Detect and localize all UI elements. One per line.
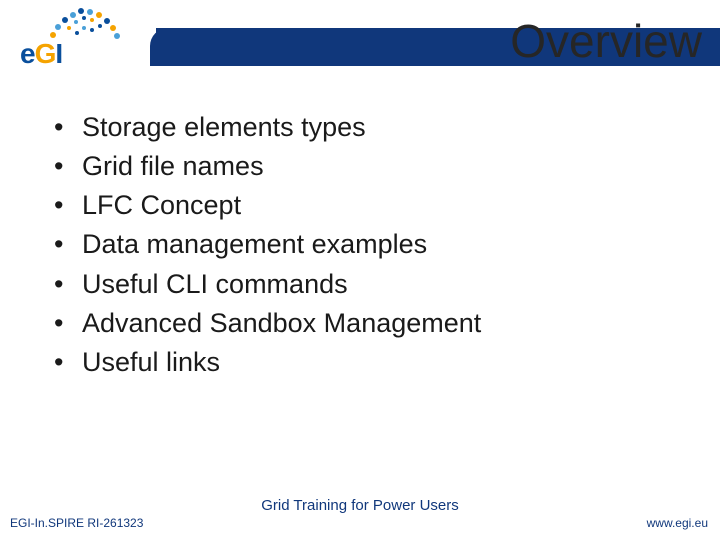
logo-letter-i: I [55,38,62,69]
logo-text: eGI [20,38,62,70]
logo-dot-icon [96,12,102,18]
list-item: Data management examples [48,225,680,264]
logo-dot-icon [90,18,94,22]
logo-dot-icon [82,16,86,20]
list-item: Storage elements types [48,108,680,147]
header-curve [150,28,174,66]
logo-dot-icon [70,12,76,18]
logo-dot-icon [62,17,68,23]
logo: eGI [14,6,142,68]
footer-left: EGI-In.SPIRE RI-261323 [10,516,143,530]
logo-dot-icon [74,20,78,24]
logo-dot-icon [98,24,102,28]
list-item: Advanced Sandbox Management [48,304,680,343]
logo-dot-icon [78,8,84,14]
footer-right: www.egi.eu [647,516,708,530]
logo-dot-icon [67,26,71,30]
bullet-list: Storage elements typesGrid file namesLFC… [48,108,680,382]
logo-dot-icon [90,28,94,32]
logo-dot-icon [82,26,86,30]
logo-dot-icon [114,33,120,39]
logo-letter-g: G [35,38,56,69]
logo-dot-icon [87,9,93,15]
logo-dot-icon [75,31,79,35]
logo-dot-icon [55,24,61,30]
logo-dot-icon [104,18,110,24]
page-title: Overview [510,14,702,68]
list-item: Grid file names [48,147,680,186]
list-item: Useful CLI commands [48,265,680,304]
list-item: LFC Concept [48,186,680,225]
list-item: Useful links [48,343,680,382]
logo-dots-icon [32,6,132,40]
logo-letter-e: e [20,38,35,69]
logo-dot-icon [110,25,116,31]
footer-center: Grid Training for Power Users [0,497,720,514]
slide: eGI Overview Storage elements typesGrid … [0,0,720,540]
